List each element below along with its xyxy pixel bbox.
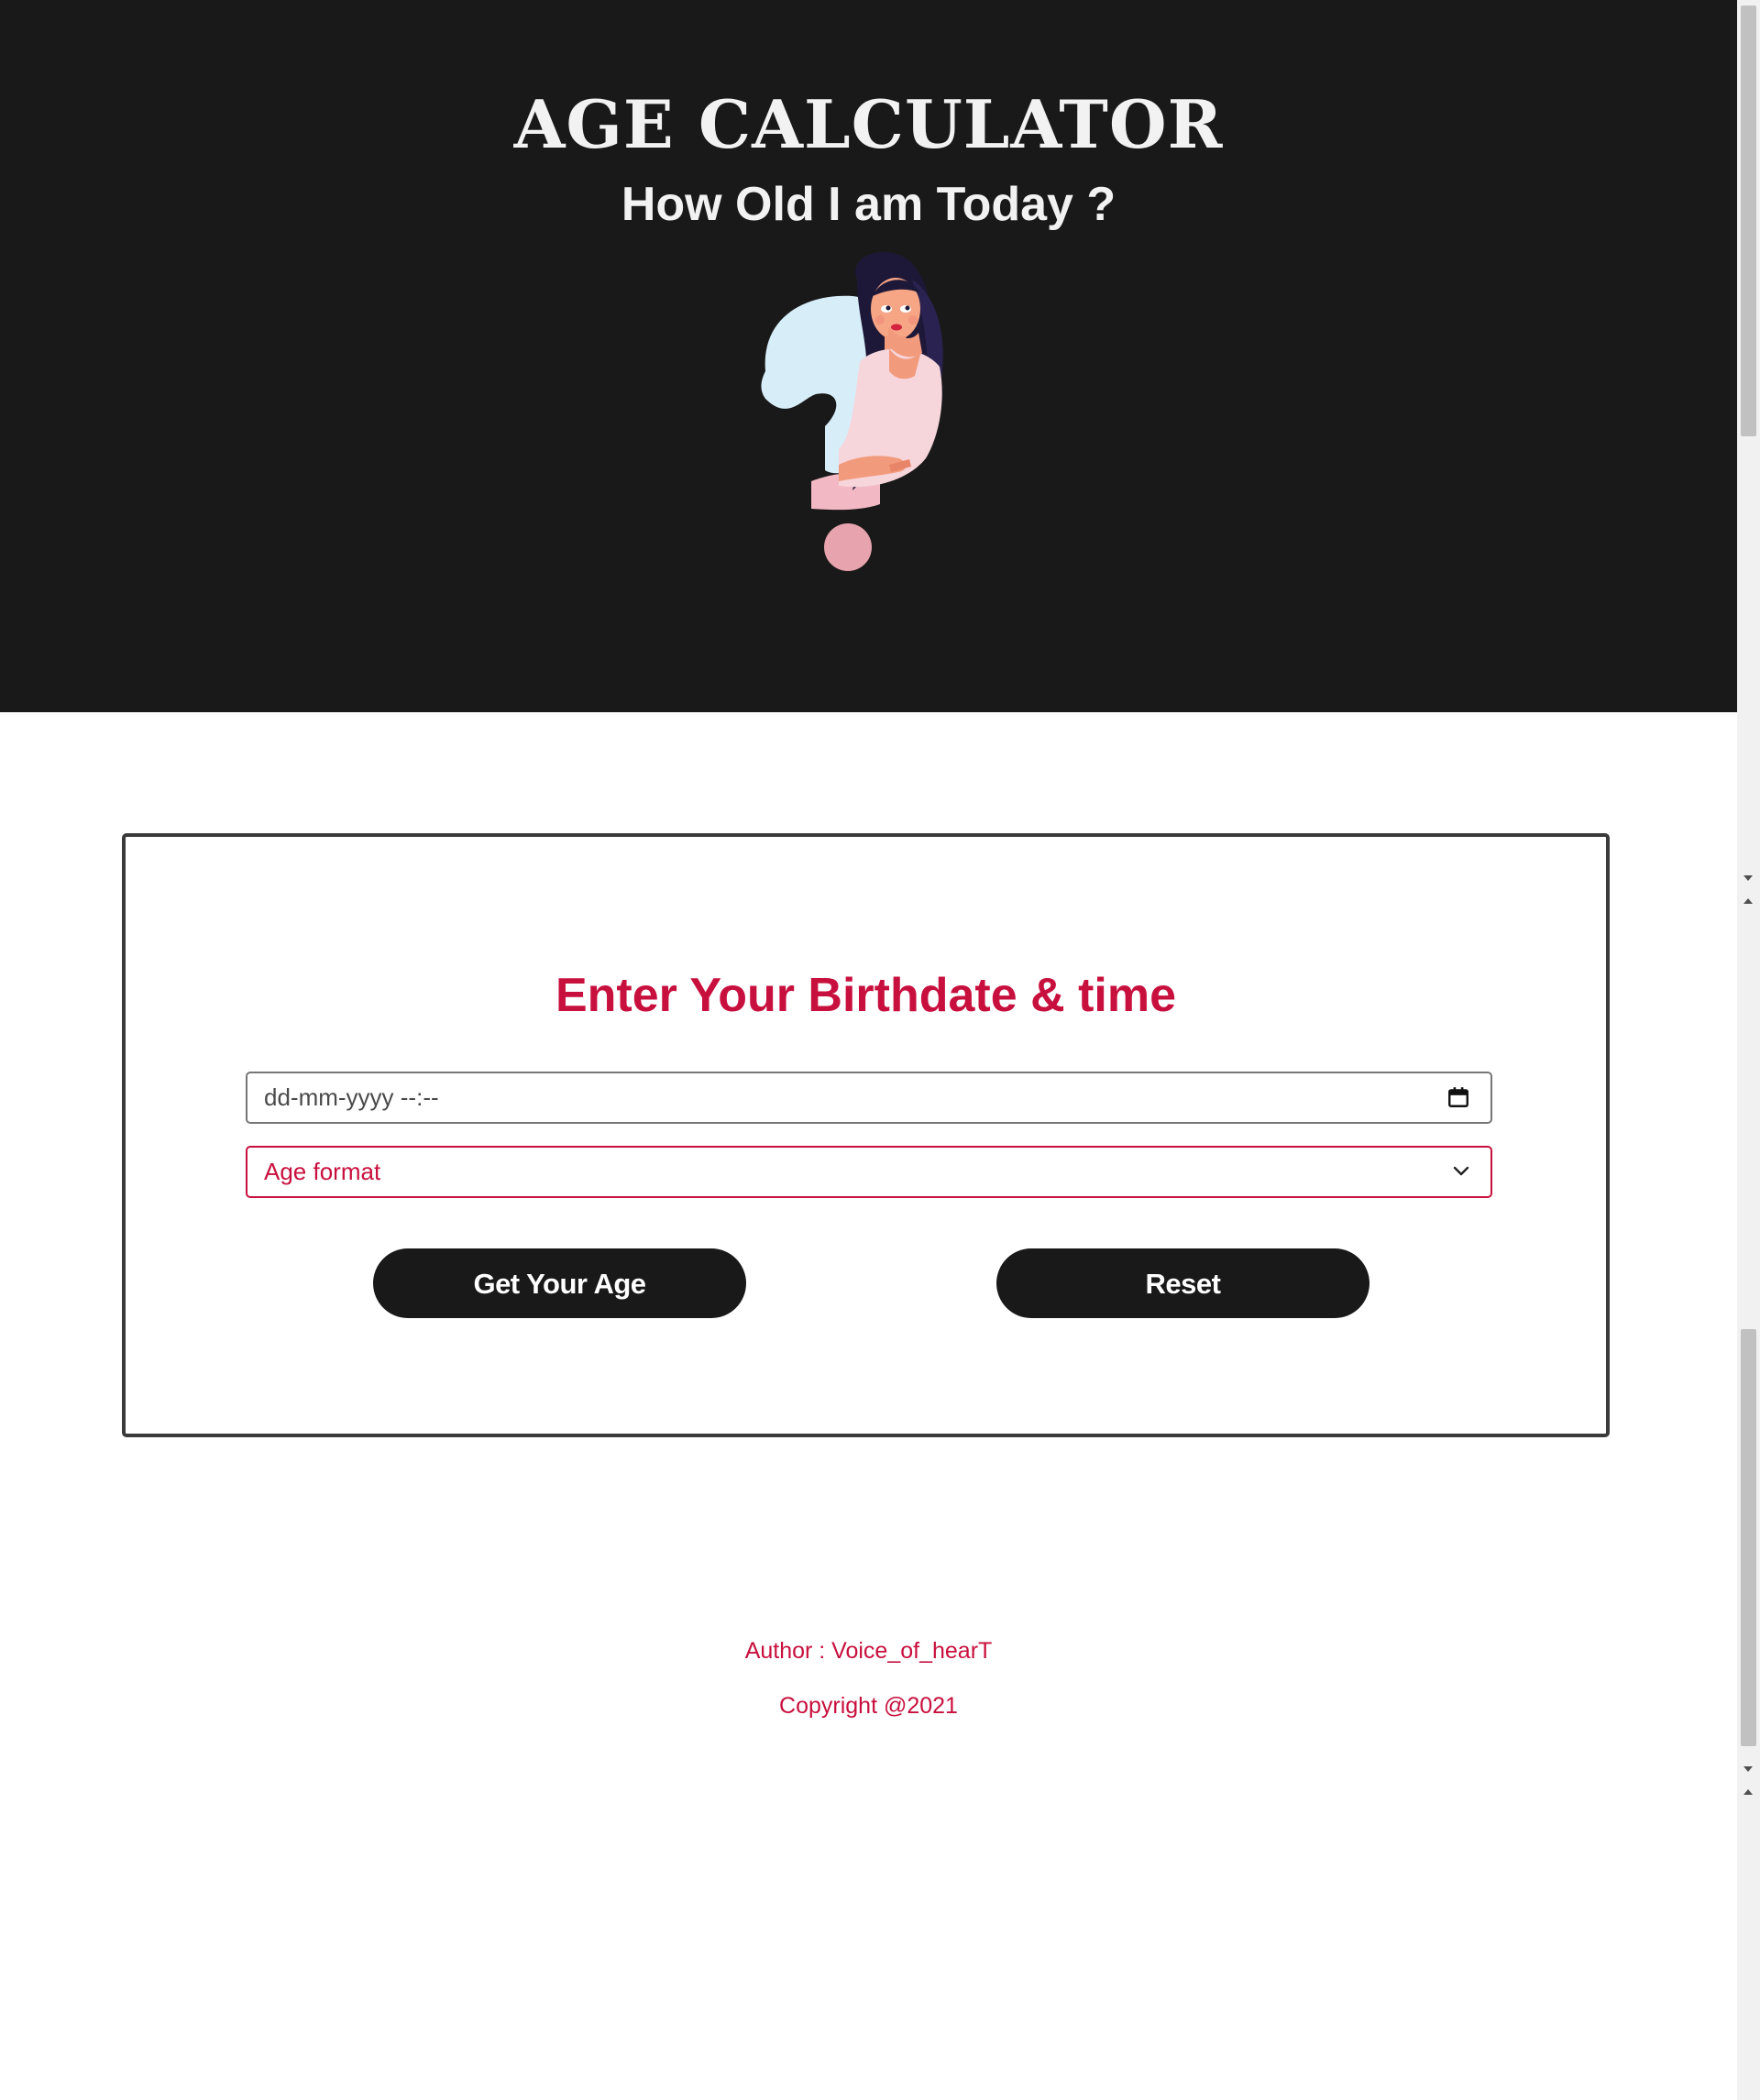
- scroll-up-arrow-icon[interactable]: [1744, 898, 1753, 904]
- girl-question-mark-illustration: [761, 252, 943, 571]
- chevron-down-icon: [1453, 1166, 1469, 1176]
- page: AGE CALCULATOR How Old I am Today ? Ente…: [0, 0, 1760, 2100]
- app-subtitle: How Old I am Today ?: [621, 178, 1116, 231]
- scroll-down-arrow-icon[interactable]: [1744, 1766, 1753, 1772]
- age-format-select[interactable]: Age format: [246, 1146, 1492, 1198]
- age-format-selected-value: Age format: [264, 1158, 381, 1185]
- footer-author: Author : Voice_of_hearT: [744, 1638, 993, 1664]
- reset-button[interactable]: Reset: [996, 1248, 1370, 1318]
- app-title: AGE CALCULATOR: [513, 85, 1224, 163]
- scrollbar-thumb-top[interactable]: [1741, 5, 1756, 436]
- footer-copyright: Copyright @2021: [779, 1693, 958, 1719]
- page-scrollbar[interactable]: [1737, 0, 1760, 2100]
- scroll-up-arrow-icon[interactable]: [1744, 1789, 1753, 1795]
- hero-header: AGE CALCULATOR How Old I am Today ?: [0, 0, 1737, 712]
- get-your-age-button[interactable]: Get Your Age: [373, 1248, 746, 1318]
- birthdate-datetime-input[interactable]: [264, 1073, 1419, 1122]
- birthdate-form-card: Enter Your Birthdate & time Age format G…: [122, 833, 1610, 1437]
- calendar-icon[interactable]: [1446, 1085, 1470, 1109]
- scrollbar-thumb-bottom[interactable]: [1741, 1329, 1756, 1746]
- scroll-down-arrow-icon[interactable]: [1744, 875, 1753, 881]
- birthdate-datetime-field[interactable]: [246, 1072, 1492, 1124]
- form-heading: Enter Your Birthdate & time: [555, 969, 1177, 1022]
